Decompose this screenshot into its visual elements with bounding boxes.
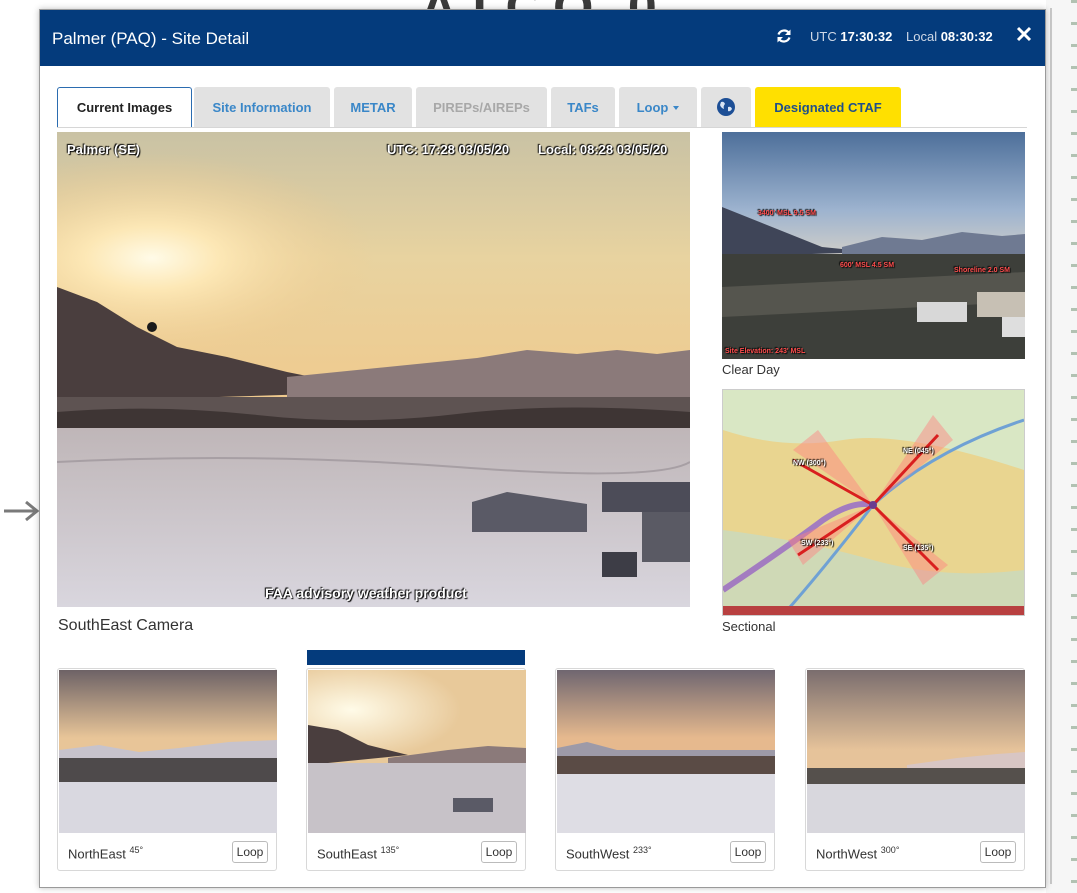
- loop-button-southwest[interactable]: Loop: [730, 841, 766, 863]
- globe-icon: [717, 98, 735, 116]
- thumbnail-card-southwest[interactable]: SouthWest 233° Loop: [555, 668, 775, 871]
- southwest-photo: [557, 670, 775, 833]
- clear-day-caption: Clear Day: [722, 362, 780, 377]
- sectional-chart-image[interactable]: NW (300°) NE (045°) SW (233°) SE (135°): [722, 389, 1025, 616]
- sector-se-label: SE (135°): [903, 545, 934, 552]
- camera-local-timestamp: Local: 08:28 03/05/20: [538, 142, 668, 157]
- tab-globe[interactable]: [701, 87, 751, 128]
- site-detail-modal: Palmer (PAQ) - Site Detail UTC 17:30:32 …: [39, 9, 1046, 888]
- thumbnail-image-northeast[interactable]: [59, 670, 277, 833]
- main-camera-image[interactable]: Palmer (SE) UTC: 17:28 03/05/20 Local: 0…: [57, 132, 690, 607]
- tab-pireps-aireps[interactable]: PIREPs/AIREPs: [416, 87, 547, 128]
- modal-header: Palmer (PAQ) - Site Detail UTC 17:30:32 …: [40, 10, 1045, 66]
- clear-day-photo: [722, 132, 1025, 359]
- caret-down-icon: [673, 106, 680, 110]
- loop-button-northwest[interactable]: Loop: [980, 841, 1016, 863]
- tab-loop-label: Loop: [636, 100, 669, 115]
- southeast-camera-photo: [57, 132, 690, 607]
- selected-thumbnail-indicator: [307, 650, 525, 665]
- site-elevation-label: Site Elevation: 243' MSL: [725, 348, 806, 355]
- tab-current-images[interactable]: Current Images: [57, 87, 192, 128]
- loop-button-southeast[interactable]: Loop: [481, 841, 517, 863]
- background-page-right: [1046, 0, 1077, 893]
- marker-600msl: 600' MSL 4.5 SM: [840, 262, 895, 269]
- thumbnail-image-southeast[interactable]: [308, 670, 526, 833]
- clear-day-image[interactable]: 3400' MSL 9.5 SM 600' MSL 4.5 SM Shoreli…: [722, 132, 1025, 359]
- sector-ne-label: NE (045°): [903, 448, 934, 455]
- sector-nw-label: NW (300°): [793, 460, 826, 467]
- sectional-caption: Sectional: [722, 619, 776, 634]
- tab-divider: [57, 127, 1027, 128]
- main-camera-caption: SouthEast Camera: [58, 617, 194, 634]
- tab-loop[interactable]: Loop: [619, 87, 697, 128]
- thumbnail-card-northwest[interactable]: NorthWest 300° Loop: [805, 668, 1025, 871]
- thumbnail-label-northwest: NorthWest 300°: [816, 845, 900, 862]
- tab-tafs[interactable]: TAFs: [551, 87, 615, 128]
- southeast-photo: [308, 670, 526, 833]
- tab-metar[interactable]: METAR: [334, 87, 412, 128]
- thumbnail-label-northeast: NorthEast 45°: [68, 845, 144, 862]
- tab-site-information[interactable]: Site Information: [194, 87, 330, 128]
- thumbnail-card-southeast[interactable]: SouthEast 135° Loop: [306, 668, 526, 871]
- camera-utc-timestamp: UTC: 17:28 03/05/20: [387, 142, 510, 157]
- sector-sw-label: SW (233°): [801, 540, 834, 547]
- close-icon[interactable]: [1016, 26, 1032, 42]
- tab-designated-ctaf[interactable]: Designated CTAF: [755, 87, 901, 128]
- northwest-photo: [807, 670, 1025, 833]
- thumbnail-image-southwest[interactable]: [557, 670, 775, 833]
- marker-shoreline: Shoreline 2.0 SM: [954, 267, 1011, 274]
- modal-title: Palmer (PAQ) - Site Detail: [52, 29, 250, 48]
- refresh-icon[interactable]: [776, 28, 792, 44]
- loop-button-northeast[interactable]: Loop: [232, 841, 268, 863]
- thumbnail-card-northeast[interactable]: NorthEast 45° Loop: [57, 668, 277, 871]
- thumbnail-image-northwest[interactable]: [807, 670, 1025, 833]
- faa-watermark: FAA advisory weather product: [265, 585, 467, 601]
- camera-site-label: Palmer (SE): [67, 142, 140, 157]
- local-clock: Local 08:30:32: [906, 29, 993, 44]
- marker-3400msl: 3400' MSL 9.5 SM: [758, 210, 816, 217]
- northeast-photo: [59, 670, 277, 833]
- utc-clock: UTC 17:30:32: [810, 29, 893, 44]
- thumbnail-label-southwest: SouthWest 233°: [566, 845, 652, 862]
- arrow-right-icon[interactable]: [2, 498, 42, 524]
- sectional-map: [723, 390, 1024, 615]
- background-page-left: [0, 0, 38, 893]
- thumbnail-label-southeast: SouthEast 135°: [317, 845, 400, 862]
